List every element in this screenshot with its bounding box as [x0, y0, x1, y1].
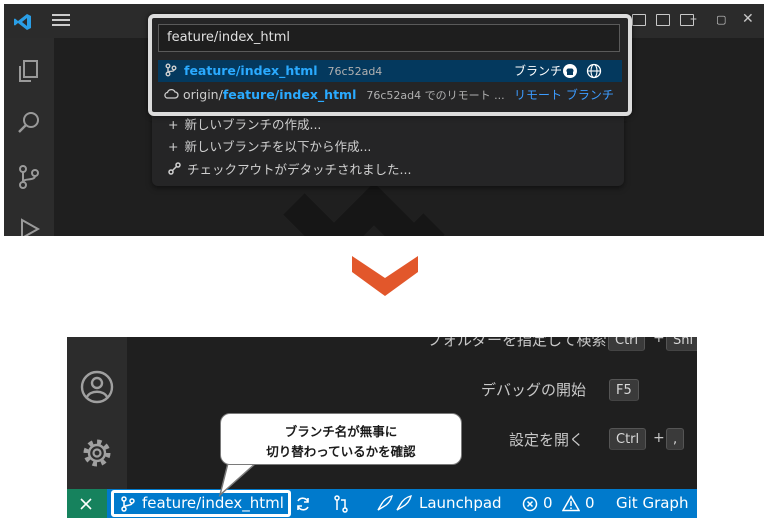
- key-cap: F5: [609, 379, 639, 401]
- branch-picker-screenshot: – ▢ ✕ + 新しいブランチの作成... + 新しいブランチを以下から作成..…: [4, 4, 764, 236]
- git-graph-item[interactable]: Git Graph: [616, 489, 688, 518]
- maximize-icon[interactable]: ▢: [716, 13, 726, 26]
- menu-icon[interactable]: [52, 14, 70, 28]
- error-count[interactable]: 0: [543, 489, 553, 518]
- key-cap: ,: [666, 428, 685, 450]
- layout-panel-icon[interactable]: [632, 14, 646, 26]
- gear-icon[interactable]: [79, 435, 115, 471]
- globe-icon[interactable]: [586, 63, 602, 79]
- plus-icon: +: [168, 117, 179, 132]
- warning-count[interactable]: 0: [585, 489, 595, 518]
- quick-pick-actions: + 新しいブランチの作成... + 新しいブランチを以下から作成... チェックアウ…: [152, 114, 624, 186]
- plus-icon: +: [168, 139, 179, 154]
- shortcut-label: デバッグの開始: [481, 381, 587, 399]
- branch-type-label: ブランチ: [514, 64, 563, 78]
- create-branch-item[interactable]: + 新しいブランチの作成...: [168, 114, 321, 133]
- launchpad-item[interactable]: Launchpad: [419, 489, 502, 518]
- key-cap: Ctrl: [609, 428, 647, 450]
- callout-note: ブランチ名が無事に 切り替わっているかを確認: [220, 413, 462, 465]
- search-icon[interactable]: [16, 110, 42, 136]
- plus-sign: +: [653, 337, 665, 346]
- cloud-icon: [164, 88, 179, 99]
- rocket-icon: [377, 495, 412, 511]
- shortcut-label: 設定を開く: [509, 431, 585, 449]
- branch-icon: [165, 63, 177, 77]
- branch-icon: [121, 496, 135, 512]
- close-icon[interactable]: ✕: [742, 11, 754, 27]
- layout-split-icon[interactable]: [656, 14, 670, 26]
- source-control-icon[interactable]: [16, 164, 42, 190]
- remote-branch-type-label: リモート ブランチ: [514, 88, 614, 102]
- down-chevron-arrow-icon: [352, 256, 418, 296]
- remote-indicator[interactable]: [67, 489, 107, 518]
- branch-search-input[interactable]: feature/index_html: [158, 24, 620, 52]
- status-bar: feature/index_html Launchpad 0 0 Git Gra…: [67, 489, 697, 518]
- key-cap: Shi: [666, 337, 697, 351]
- run-debug-icon[interactable]: [16, 216, 42, 236]
- branch-quick-pick: feature/index_html feature/index_html 76…: [148, 14, 632, 116]
- minimize-icon[interactable]: –: [690, 11, 697, 27]
- detach-icon: [168, 162, 181, 175]
- activity-bar: [4, 38, 54, 236]
- vscode-logo-icon: [14, 14, 31, 30]
- plus-sign: +: [653, 430, 665, 446]
- explorer-icon[interactable]: [16, 58, 42, 84]
- branch-item-selected[interactable]: feature/index_html 76c52ad4 ブランチ: [158, 60, 622, 82]
- sync-icon[interactable]: [295, 496, 311, 512]
- git-compare-icon[interactable]: [333, 495, 349, 513]
- account-icon[interactable]: [79, 369, 115, 405]
- callout-line-2: 切り替わっているかを確認: [266, 444, 416, 459]
- remote-branch-item[interactable]: origin/feature/index_html 76c52ad4 でのリモー…: [158, 84, 622, 106]
- vscode-watermark-icon: [283, 184, 445, 236]
- shortcut-label: フォルダーを指定して検索: [427, 337, 607, 349]
- activity-bar: [67, 337, 127, 489]
- warning-icon: [562, 495, 580, 512]
- checkout-detached-item[interactable]: チェックアウトがデタッチされました...: [168, 159, 411, 178]
- error-icon: [522, 496, 538, 512]
- key-cap: Ctrl: [608, 337, 646, 351]
- callout-line-1: ブランチ名が無事に: [284, 424, 398, 439]
- github-icon[interactable]: [562, 63, 578, 79]
- create-branch-from-item[interactable]: + 新しいブランチを以下から作成...: [168, 136, 371, 155]
- remote-icon: [80, 498, 92, 510]
- callout-tail: [218, 463, 258, 497]
